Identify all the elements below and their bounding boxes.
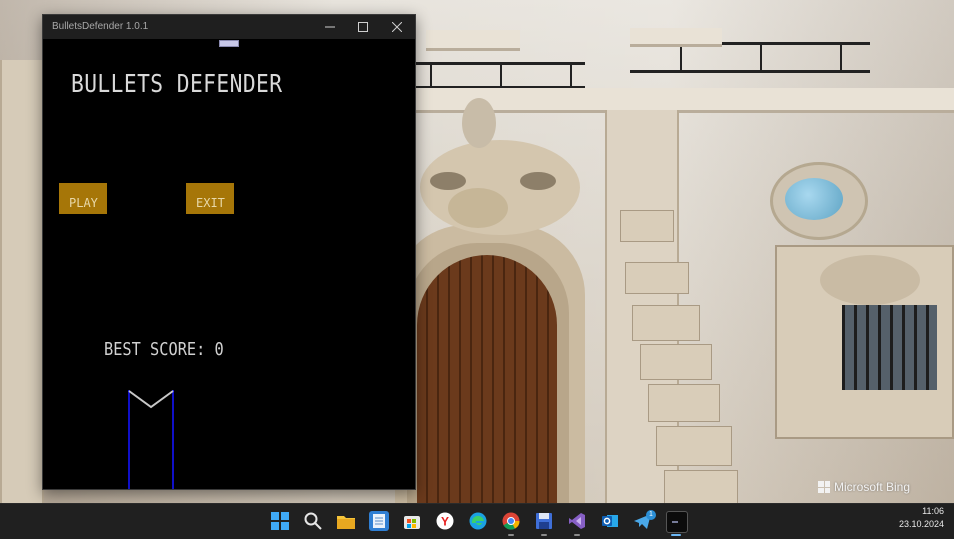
running-indicator [508,534,514,536]
crest-ornament [462,98,496,148]
active-indicator [671,534,681,536]
running-indicator [541,534,547,536]
cornice [415,88,954,113]
file-explorer-icon[interactable] [336,511,356,531]
game-canvas[interactable]: BULLETS DEFENDER PLAY EXIT BEST SCORE: 0 [43,39,415,489]
play-button[interactable]: PLAY [59,183,107,214]
yandex-browser-icon[interactable]: Y [435,511,455,531]
floppy-save-icon[interactable] [534,511,554,531]
microsoft-store-icon[interactable] [402,511,422,531]
grotesque-eye [430,172,466,190]
visual-studio-icon[interactable] [567,511,587,531]
terminal-glyph [672,521,678,523]
balcony-post [570,62,572,86]
notepad-icon[interactable] [369,511,389,531]
window-mask [820,255,920,305]
best-score-label: BEST SCORE: 0 [104,339,224,360]
bing-watermark: Microsoft Bing [818,480,910,494]
minimize-icon[interactable] [313,15,347,39]
wooden-door [417,255,557,503]
cornice-upper-right [630,28,722,47]
terminal-app-icon[interactable] [666,511,688,533]
oval-window-glass [785,178,843,220]
balcony-post [500,62,502,86]
windows-logo-glyph [271,512,289,530]
minimize-icon-glyph [325,26,335,28]
outlook-icon[interactable] [600,511,620,531]
close-icon[interactable] [380,15,414,39]
folder-glyph [337,516,355,529]
floppy-glyph [536,513,552,529]
chrome-icon[interactable] [501,511,521,531]
bing-brand-text: Microsoft Bing [834,480,911,494]
windows-start-icon[interactable] [270,511,290,531]
clock-time: 11:06 [922,506,944,516]
game-title: BULLETS DEFENDER [71,69,283,98]
taskbar: Y 1 [0,503,954,539]
barred-window-grate [842,305,937,390]
quoin-stone [625,262,689,294]
visual-studio-glyph [569,513,585,529]
app-window[interactable]: BulletsDefender 1.0.1 BULLETS DEFENDER P… [42,14,416,490]
top-paddle [219,40,239,47]
quoin-stone [632,305,700,341]
quoin-stone [640,344,712,380]
system-clock[interactable]: 11:06 23.10.2024 [899,505,944,531]
window-title: BulletsDefender 1.0.1 [52,21,149,32]
running-indicator [574,534,580,536]
grotesque-eye [520,172,556,190]
notepad-glyph [373,514,385,528]
outlook-glyph [602,515,618,527]
store-glyph [404,516,420,529]
grotesque-nose [448,188,508,228]
edge-icon[interactable] [468,511,488,531]
yandex-glyph: Y [436,512,454,530]
telegram-badge: 1 [646,510,656,520]
edge-glyph [469,512,487,530]
close-icon-glyph [392,22,402,32]
microsoft-logo-icon [818,481,830,493]
svg-text:Y: Y [441,515,449,529]
balcony-post [760,42,762,70]
quoin-stone [656,426,732,466]
exit-button[interactable]: EXIT [186,183,234,214]
quoin-stone [648,384,720,422]
window-titlebar[interactable]: BulletsDefender 1.0.1 [43,15,415,39]
maximize-icon[interactable] [346,15,380,39]
chrome-glyph [502,512,520,530]
cannon-v-mark [128,390,174,409]
defender-cannon [128,390,174,489]
quoin-stone [620,210,674,242]
cornice-upper [426,30,520,51]
quoin-stone [664,470,738,503]
balcony-post [430,62,432,86]
clock-date: 23.10.2024 [898,519,944,529]
left-wall-column [0,60,44,503]
balcony-post [840,42,842,70]
maximize-icon-glyph [358,22,368,32]
search-icon[interactable] [303,511,323,531]
search-glyph [304,512,322,530]
balcony-rail-bottom-right [630,70,870,73]
